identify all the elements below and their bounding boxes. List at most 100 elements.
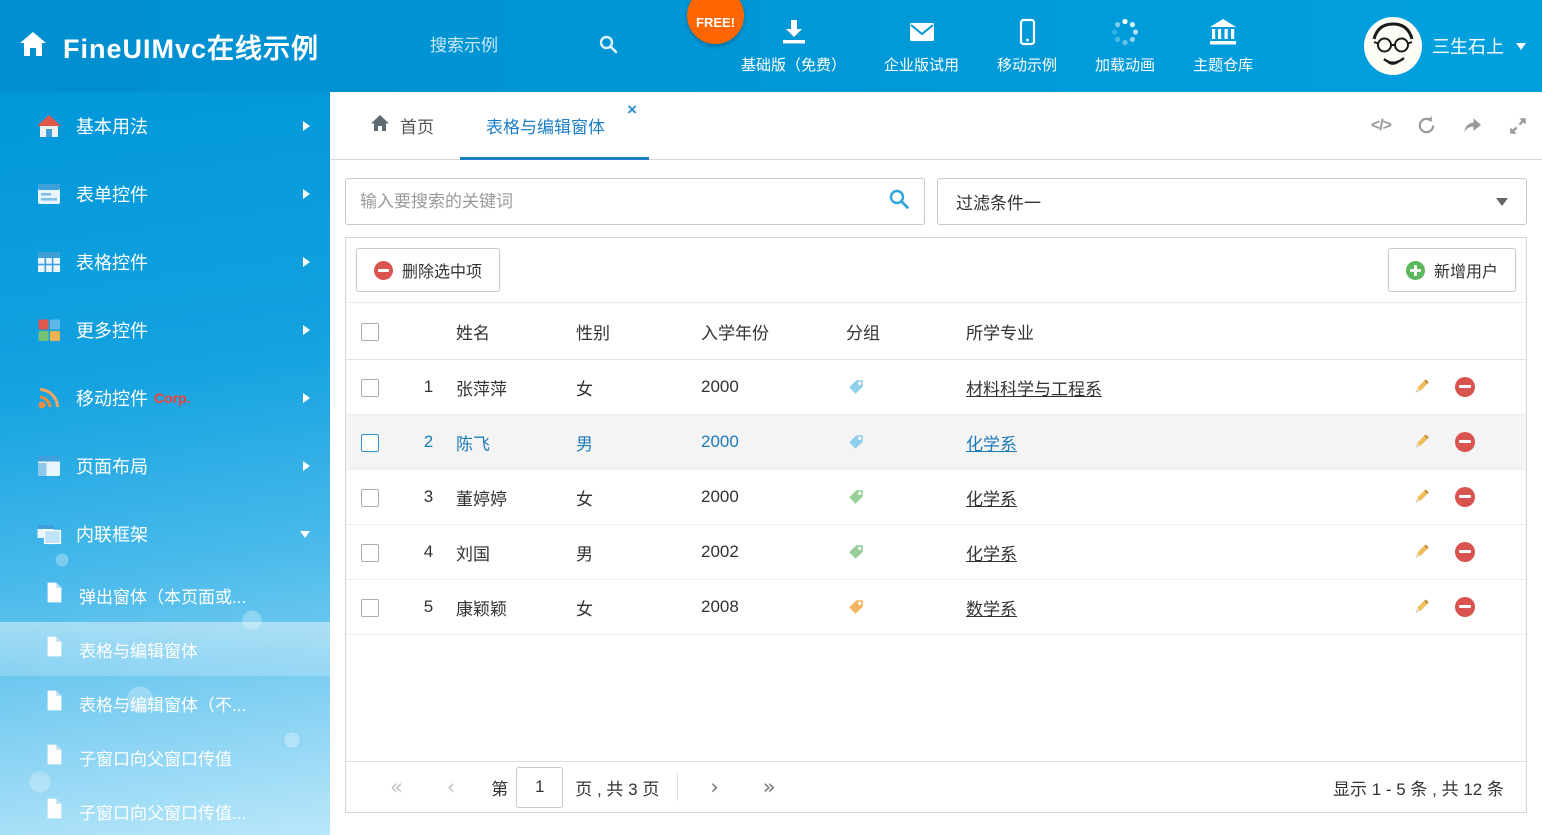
keyword-search-input[interactable] [360,192,888,212]
nav-label: 基础版（免费） [741,54,846,75]
edit-icon[interactable] [1411,542,1431,562]
home-icon [370,113,390,138]
chevron-right-icon [303,393,310,403]
search-icon[interactable] [888,188,910,215]
sidebar-subitem-grid-edit-window-2[interactable]: 表格与编辑窗体（不... [0,676,330,730]
sidebar-item-mobile-controls[interactable]: 移动控件 Corp. [0,364,330,432]
row-checkbox[interactable] [361,434,379,452]
table-row[interactable]: 3 董婷婷 女 2000 化学系 [346,470,1526,525]
last-page-icon[interactable]: » [741,775,798,799]
tab-grid-edit-window[interactable]: 表格与编辑窗体 × [460,92,649,159]
cell-name: 陈飞 [456,415,576,470]
prev-page-icon[interactable]: ‹ [425,775,477,799]
top-nav: 基础版（免费） 企业版试用 移动示例 加载动画 [722,0,1272,92]
chevron-down-icon [1496,198,1508,206]
user-menu[interactable]: 三生石上 [1364,0,1526,92]
sidebar-item-iframe[interactable]: 内联框架 [0,500,330,568]
delete-row-icon[interactable] [1455,542,1475,562]
delete-row-icon[interactable] [1455,487,1475,507]
col-year: 入学年份 [701,303,846,360]
row-checkbox[interactable] [361,599,379,617]
page-count-label: 页 , 共 3 页 [575,775,659,800]
sidebar-subitem-popup-window[interactable]: 弹出窗体（本页面或... [0,568,330,622]
table-header-row: 姓名 性别 入学年份 分组 所学专业 [346,303,1526,360]
edit-icon[interactable] [1411,487,1431,507]
major-link[interactable]: 化学系 [966,545,1017,564]
row-checkbox[interactable] [361,379,379,397]
nav-mobile-demo[interactable]: 移动示例 [978,17,1076,75]
main-content: 首页 表格与编辑窗体 × </> [330,92,1542,835]
sidebar-subitem-child-to-parent[interactable]: 子窗口向父窗口传值 [0,730,330,784]
tab-tools: </> [1371,92,1528,159]
expand-icon[interactable] [1508,116,1528,136]
col-name: 姓名 [456,303,576,360]
sidebar-item-grid-controls[interactable]: 表格控件 [0,228,330,296]
table-row[interactable]: 1 张萍萍 女 2000 材料科学与工程系 [346,360,1526,415]
top-search-input[interactable] [430,36,598,56]
source-code-icon[interactable]: </> [1371,117,1391,135]
page-number-input[interactable] [516,767,563,808]
row-checkbox[interactable] [361,544,379,562]
cell-year: 2002 [701,525,846,580]
nav-loading-animation[interactable]: 加载动画 [1076,17,1174,75]
table-row[interactable]: 4 刘国 男 2002 化学系 [346,525,1526,580]
nav-enterprise-trial[interactable]: 企业版试用 [865,17,978,75]
sidebar-item-page-layout[interactable]: 页面布局 [0,432,330,500]
edit-icon[interactable] [1411,597,1431,617]
cell-year: 2008 [701,580,846,635]
select-all-checkbox[interactable] [361,323,379,341]
keyword-search-box [345,178,925,225]
edit-icon[interactable] [1411,377,1431,397]
delete-row-icon[interactable] [1455,377,1475,397]
grid-panel: 删除选中项 新增用户 姓 [345,237,1527,813]
sidebar-subitem-grid-edit-window[interactable]: 表格与编辑窗体 [0,622,330,676]
home-icon [36,113,62,139]
first-page-icon[interactable]: « [368,775,425,799]
username: 三生石上 [1432,33,1504,59]
table-row[interactable]: 5 康颖颖 女 2008 数学系 [346,580,1526,635]
sidebar-item-form-controls[interactable]: 表单控件 [0,160,330,228]
frame-icon [36,521,62,547]
data-table: 姓名 性别 入学年份 分组 所学专业 1 [346,302,1526,635]
close-icon[interactable]: × [627,101,637,118]
edit-icon[interactable] [1411,432,1431,452]
cell-gender: 男 [576,525,701,580]
delete-selected-button[interactable]: 删除选中项 [356,248,500,292]
pagination-bar: « ‹ 第 页 , 共 3 页 › » 显示 1 - 5 条 , 共 12 条 [346,761,1526,812]
delete-row-icon[interactable] [1455,432,1475,452]
file-icon [45,581,64,609]
share-icon[interactable] [1462,115,1483,136]
tab-bar: 首页 表格与编辑窗体 × </> [330,92,1542,160]
add-user-button[interactable]: 新增用户 [1388,248,1516,292]
tab-home[interactable]: 首页 [344,92,460,159]
nav-basic-free[interactable]: 基础版（免费） [722,17,865,75]
chevron-right-icon [303,461,310,471]
app-home-icon[interactable] [18,29,48,64]
major-link[interactable]: 数学系 [966,600,1017,619]
table-row[interactable]: 2 陈飞 男 2000 化学系 [346,415,1526,470]
download-icon [779,17,809,47]
chevron-right-icon [303,121,310,131]
search-icon[interactable] [598,34,618,59]
layout-icon [36,453,62,479]
cell-gender: 女 [576,580,701,635]
chevron-down-icon [1516,43,1526,50]
delete-row-icon[interactable] [1455,597,1475,617]
major-link[interactable]: 化学系 [966,490,1017,509]
table-body: 1 张萍萍 女 2000 材料科学与工程系 [346,360,1526,635]
major-link[interactable]: 化学系 [966,435,1017,454]
corp-badge: Corp. [154,390,191,406]
sidebar-item-basic-usage[interactable]: 基本用法 [0,92,330,160]
sidebar-item-more-controls[interactable]: 更多控件 [0,296,330,364]
refresh-icon[interactable] [1416,115,1437,136]
col-index [401,303,456,360]
cell-name: 刘国 [456,525,576,580]
sidebar-subitem-child-to-parent-2[interactable]: 子窗口向父窗口传值... [0,784,330,835]
row-checkbox[interactable] [361,489,379,507]
filter-dropdown[interactable]: 过滤条件一 [937,178,1527,225]
nav-theme-store[interactable]: 主题仓库 [1174,17,1272,75]
major-link[interactable]: 材料科学与工程系 [966,380,1102,399]
cell-gender: 男 [576,415,701,470]
next-page-icon[interactable]: › [688,775,740,799]
nav-label: 主题仓库 [1193,54,1253,75]
